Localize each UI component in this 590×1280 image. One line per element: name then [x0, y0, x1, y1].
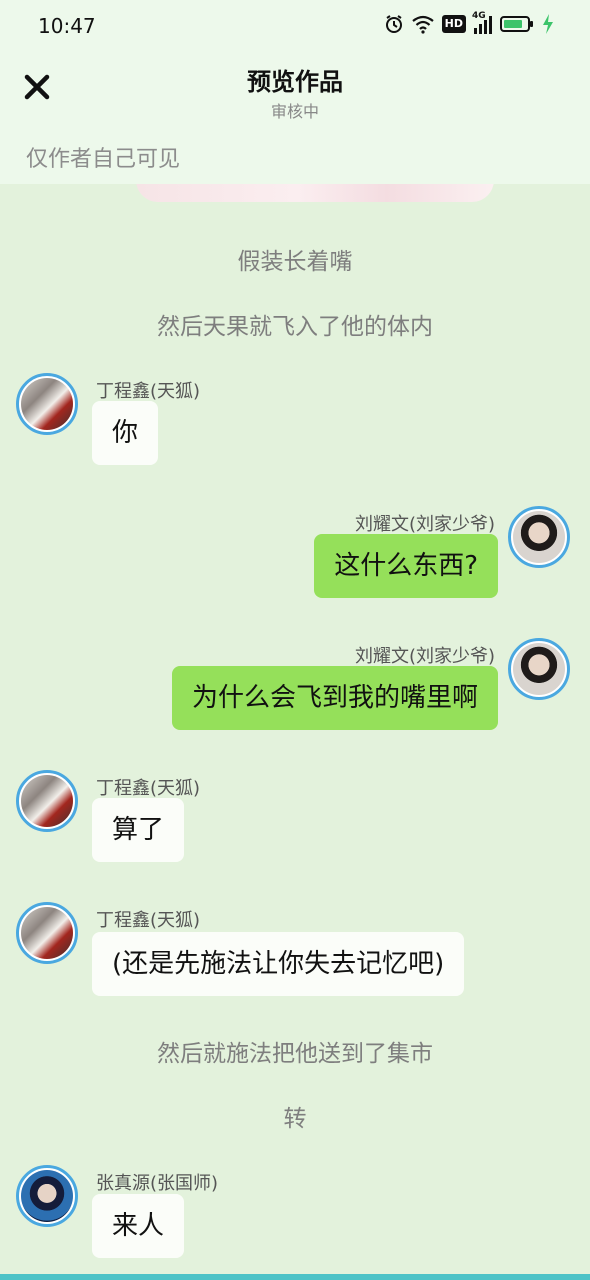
narration-text: 然后就施法把他送到了集市	[157, 1041, 433, 1067]
chat-bubble: 这什么东西?	[314, 534, 498, 598]
chat-bubble: 为什么会飞到我的嘴里啊	[171, 666, 498, 730]
review-status: 审核中	[270, 102, 319, 121]
avatar[interactable]	[508, 638, 570, 700]
hd-icon: HD	[441, 15, 466, 33]
alarm-icon	[385, 15, 402, 33]
speaker-name: 刘耀文(刘家少爷)	[354, 514, 495, 535]
chat-bubble: (还是先施法让你失去记忆吧)	[92, 932, 465, 996]
avatar[interactable]	[16, 373, 78, 435]
speaker-name: 丁程鑫(天狐)	[96, 910, 201, 931]
chat-bubble: 你	[92, 401, 159, 465]
chat-bubble: 来人	[92, 1194, 185, 1258]
narration-text: 转	[283, 1106, 307, 1132]
wifi-icon	[411, 15, 434, 34]
speaker-name: 刘耀文(刘家少爷)	[354, 646, 495, 667]
speaker-name: 张真源(张国师)	[96, 1173, 219, 1194]
network-label: 4G	[472, 11, 486, 21]
avatar[interactable]	[508, 506, 570, 568]
status-icons: HD 4G	[384, 11, 554, 34]
page-title: 预览作品	[247, 68, 343, 96]
visibility-note: 仅作者自己可见	[26, 147, 181, 172]
speaker-name: 丁程鑫(天狐)	[96, 381, 201, 402]
narration-text: 然后天果就飞入了他的体内	[157, 314, 433, 340]
top-bar: 10:47 HD 4G 预览作品 审核中 仅作者自己可见	[0, 0, 590, 184]
battery-icon	[500, 16, 533, 32]
signal-icon: 4G	[472, 11, 492, 34]
charging-icon	[543, 14, 553, 34]
chat-bubble: 算了	[92, 798, 185, 862]
avatar[interactable]	[16, 770, 78, 832]
speaker-name: 丁程鑫(天狐)	[96, 778, 201, 799]
status-time: 10:47	[38, 14, 96, 38]
bottom-toolbar-edge	[0, 1274, 590, 1280]
narration-text: 假装长着嘴	[237, 249, 353, 275]
avatar[interactable]	[16, 1165, 78, 1227]
avatar[interactable]	[16, 902, 78, 964]
